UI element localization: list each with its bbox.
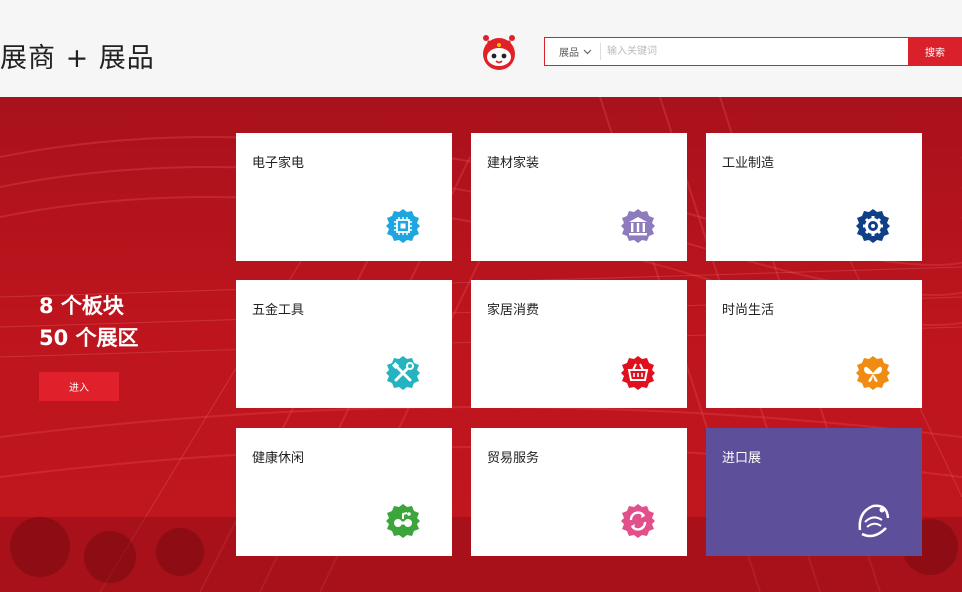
search-category-label: 展品 [559, 48, 579, 59]
category-card-label: 健康休闲 [252, 451, 305, 466]
category-card-label: 贸易服务 [487, 451, 540, 466]
leisure-icon [386, 504, 420, 538]
category-card-building-materials[interactable]: 建材家装 [471, 133, 687, 261]
category-card-home-consumer[interactable]: 家居消费 [471, 280, 687, 408]
chevron-down-icon [583, 49, 592, 54]
butterfly-icon [856, 356, 890, 390]
category-card-label: 工业制造 [722, 156, 775, 171]
basket-icon [621, 356, 655, 390]
mascot-logo-icon [483, 35, 515, 70]
category-card-health-leisure[interactable]: 健康休闲 [236, 428, 452, 556]
category-card-industrial[interactable]: 工业制造 [706, 133, 922, 261]
exchange-icon [621, 504, 655, 538]
hero-banner: 8 个板块 50 个展区 进入 电子家电 建材家装 工业制造 五金工具 家居消费… [0, 97, 962, 592]
category-card-label: 时尚生活 [722, 303, 775, 318]
enter-button[interactable]: 进入 [39, 372, 119, 401]
category-card-import-expo[interactable]: 进口展 [706, 428, 922, 556]
page-title: 展商 + 展品 [0, 43, 155, 74]
category-card-hardware-tools[interactable]: 五金工具 [236, 280, 452, 408]
category-card-label: 五金工具 [252, 303, 305, 318]
category-card-label: 家居消费 [487, 303, 540, 318]
search-input[interactable] [601, 38, 908, 65]
building-icon [621, 209, 655, 243]
category-card-trade-services[interactable]: 贸易服务 [471, 428, 687, 556]
category-card-electronics[interactable]: 电子家电 [236, 133, 452, 261]
search-box: 展品 [544, 37, 909, 66]
category-card-label: 电子家电 [252, 156, 305, 171]
chip-icon [386, 209, 420, 243]
gear-icon [856, 209, 890, 243]
stats-sections: 8 个板块 [39, 294, 124, 318]
international-pavilion-logo [858, 504, 890, 538]
search-category-dropdown[interactable]: 展品 [545, 43, 601, 60]
category-card-label: 建材家装 [487, 156, 540, 171]
header: 展商 + 展品 展品 搜索 [0, 0, 962, 97]
stats-zones: 50 个展区 [39, 326, 139, 350]
category-card-label: 进口展 [722, 451, 762, 466]
category-card-fashion-lifestyle[interactable]: 时尚生活 [706, 280, 922, 408]
search-button[interactable]: 搜索 [908, 37, 962, 66]
hero-stats: 8 个板块 50 个展区 [39, 290, 139, 354]
tools-icon [386, 356, 420, 390]
